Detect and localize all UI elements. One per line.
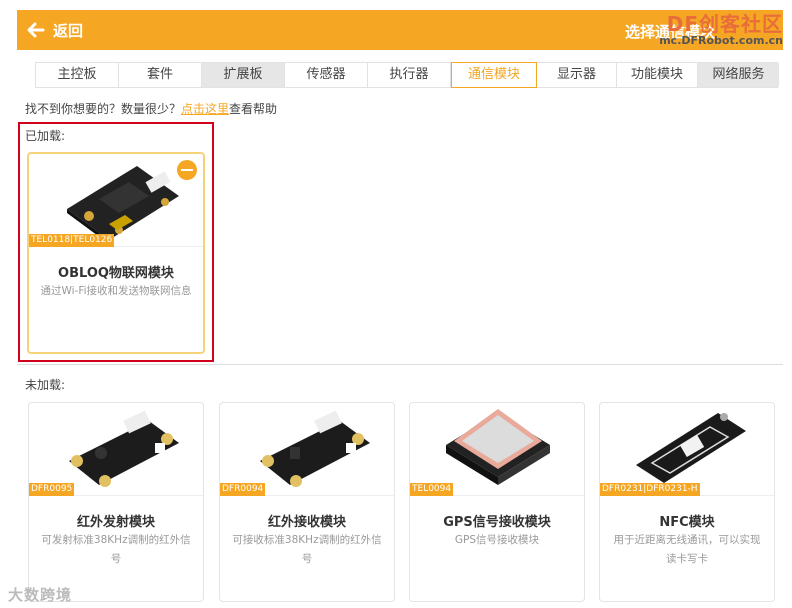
module-sku: DFR0095 bbox=[29, 483, 75, 496]
top-bar: 返回 选择通信模块 DF创客社区 mc.DFRobot.com.cn bbox=[17, 10, 783, 50]
help-suffix: 查看帮助 bbox=[229, 102, 278, 116]
module-description: 通过Wi-Fi接收和发送物联网信息 bbox=[40, 285, 192, 297]
tab-display[interactable]: 显示器 bbox=[537, 63, 617, 87]
back-button[interactable]: 返回 bbox=[27, 19, 83, 41]
tab-kit[interactable]: 套件 bbox=[119, 63, 202, 87]
watermark-brand: DF创客社区 bbox=[666, 12, 783, 36]
bottom-watermark: 大数跨境 bbox=[8, 586, 73, 604]
tab-actuator[interactable]: 执行器 bbox=[368, 63, 451, 87]
module-card-ir-transmitter[interactable]: DFR0095 红外发射模块 可发射标准38KHz调制的红外信号 bbox=[28, 402, 204, 602]
module-sku: DFR0231|DFR0231-H bbox=[600, 483, 700, 496]
help-link[interactable]: 点击这里 bbox=[181, 102, 229, 116]
section-divider bbox=[17, 364, 783, 365]
help-prefix: 找不到你想要的？数量很少？ bbox=[25, 102, 182, 116]
module-description: 用于近距离无线通讯，可以实现读卡写卡 bbox=[613, 534, 761, 565]
unloaded-section-label: 未加载: bbox=[25, 378, 66, 392]
module-sku: TEL0118|TEL0126 bbox=[29, 234, 115, 247]
tab-sensor[interactable]: 传感器 bbox=[285, 63, 368, 87]
module-card-obloq[interactable]: TEL0118|TEL0126 OBLOQ物联网模块 通过Wi-Fi接收和发送物… bbox=[27, 152, 205, 354]
module-sku: DFR0094 bbox=[220, 483, 266, 496]
tab-function-module[interactable]: 功能模块 bbox=[617, 63, 698, 87]
module-name: OBLOQ物联网模块 bbox=[58, 266, 174, 281]
tab-network-service[interactable]: 网络服务 bbox=[698, 63, 779, 87]
tab-expansion-board[interactable]: 扩展板 bbox=[202, 63, 285, 87]
module-description: 可接收标准38KHz调制的红外信号 bbox=[232, 534, 382, 565]
module-description: 可发射标准38KHz调制的红外信号 bbox=[41, 534, 191, 565]
module-name: 红外发射模块 bbox=[76, 515, 155, 530]
tab-main-board[interactable]: 主控板 bbox=[36, 63, 119, 87]
remove-module-button[interactable] bbox=[177, 160, 197, 180]
back-arrow-icon bbox=[27, 21, 45, 39]
module-name: NFC模块 bbox=[659, 515, 715, 530]
back-label: 返回 bbox=[53, 21, 84, 40]
tab-communication[interactable]: 通信模块 bbox=[451, 62, 537, 88]
module-name: 红外接收模块 bbox=[267, 515, 346, 530]
module-sku: TEL0094 bbox=[410, 483, 454, 496]
category-tabs: 主控板 套件 扩展板 传感器 执行器 通信模块 显示器 功能模块 网络服务 bbox=[35, 62, 779, 88]
watermark-url: mc.DFRobot.com.cn bbox=[659, 34, 783, 47]
module-name: GPS信号接收模块 bbox=[443, 515, 551, 530]
module-card-ir-receiver[interactable]: DFR0094 红外接收模块 可接收标准38KHz调制的红外信号 bbox=[219, 402, 395, 602]
module-card-gps[interactable]: TEL0094 GPS信号接收模块 GPS信号接收模块 bbox=[409, 402, 585, 602]
module-description: GPS信号接收模块 bbox=[454, 534, 540, 546]
help-text: 找不到你想要的？数量很少？点击这里查看帮助 bbox=[25, 100, 277, 117]
site-watermark: DF创客社区 mc.DFRobot.com.cn bbox=[659, 14, 783, 46]
module-card-nfc[interactable]: DFR0231|DFR0231-H NFC模块 用于近距离无线通讯，可以实现读卡… bbox=[599, 402, 775, 602]
